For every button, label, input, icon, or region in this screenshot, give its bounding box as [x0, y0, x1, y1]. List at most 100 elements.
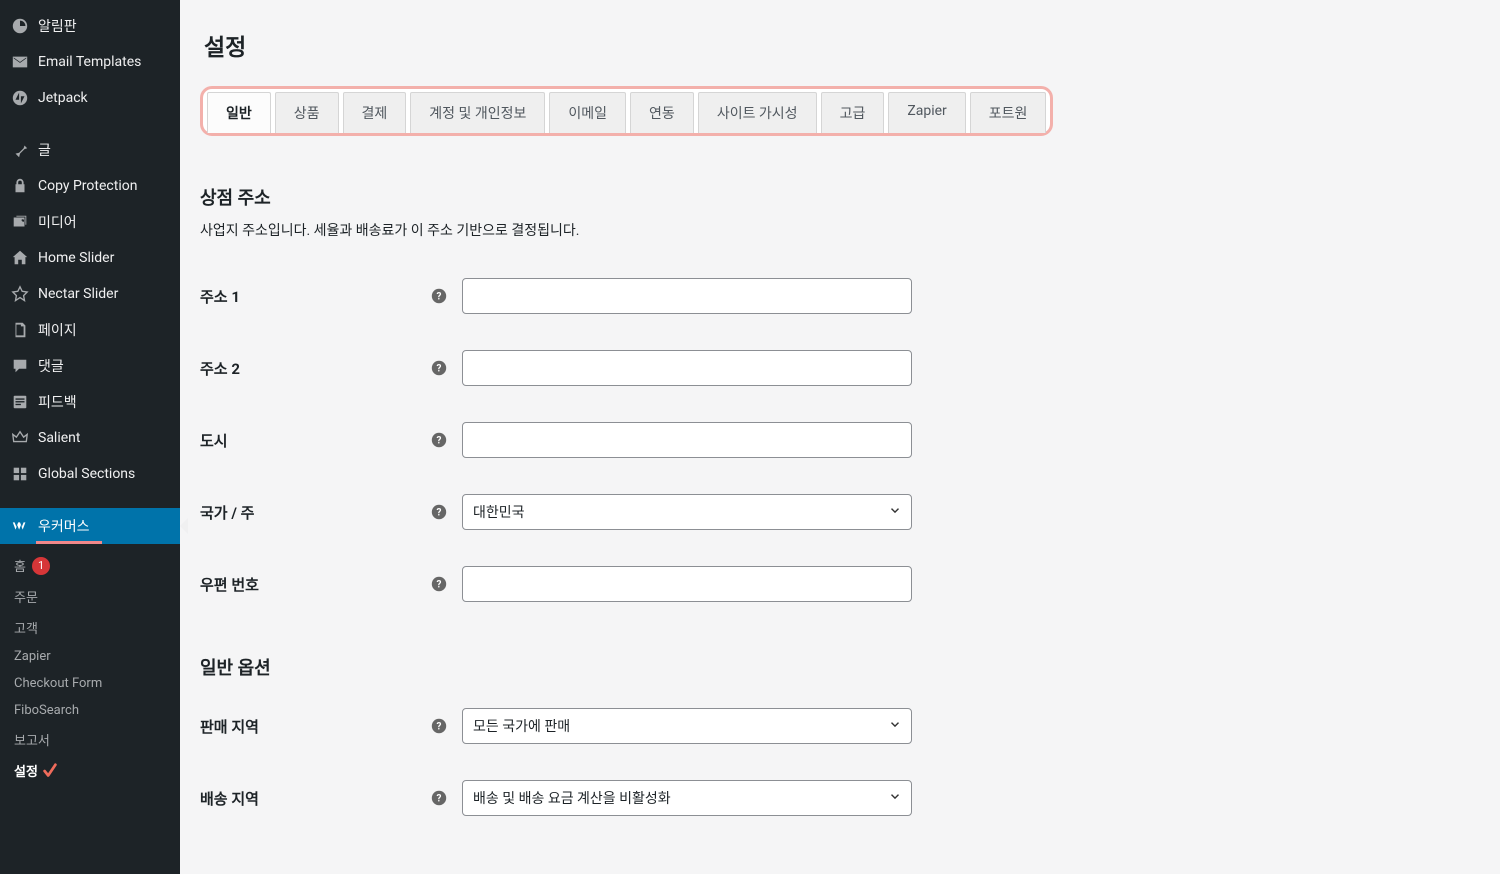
sidebar-item-home-slider[interactable]: Home Slider: [0, 240, 180, 276]
submenu-item-checkout-form[interactable]: Checkout Form: [0, 670, 180, 697]
help-icon[interactable]: ?: [430, 717, 448, 735]
help-icon[interactable]: ?: [430, 359, 448, 377]
select-country[interactable]: 대한민국: [462, 494, 912, 530]
sidebar-item-label: 글: [38, 140, 170, 160]
sidebar-item-copy-protection[interactable]: Copy Protection: [0, 168, 180, 204]
settings-content: 설정 일반 상품 결제 계정 및 개인정보 이메일 연동 사이트 가시성 고급 …: [180, 0, 1500, 874]
sidebar-item-email-templates[interactable]: Email Templates: [0, 44, 180, 80]
sidebar-item-posts[interactable]: 글: [0, 132, 180, 168]
label-selling-location: 판매 지역: [200, 716, 430, 737]
sidebar-item-feedback[interactable]: 피드백: [0, 384, 180, 420]
sidebar-item-label: 페이지: [38, 320, 170, 340]
sidebar-item-woocommerce[interactable]: 우커머스: [0, 508, 180, 544]
sidebar-item-dashboard[interactable]: 알림판: [0, 8, 180, 44]
sidebar-item-jetpack[interactable]: Jetpack: [0, 80, 180, 116]
submenu-item-label: 보고서: [14, 730, 50, 749]
sidebar-item-label: 미디어: [38, 212, 170, 232]
label-shipping-location: 배송 지역: [200, 788, 430, 809]
comment-icon: [10, 356, 30, 376]
row-selling-location: 판매 지역 ? 모든 국가에 판매: [200, 690, 1480, 762]
notification-badge: 1: [32, 557, 50, 575]
svg-text:?: ?: [437, 794, 442, 805]
submenu-item-home[interactable]: 홈 1: [0, 550, 180, 581]
help-icon[interactable]: ?: [430, 789, 448, 807]
tab-portone[interactable]: 포트원: [970, 92, 1047, 133]
row-country: 국가 / 주 ? 대한민국: [200, 476, 1480, 548]
input-address2[interactable]: [462, 350, 912, 386]
submenu-item-label: 고객: [14, 618, 38, 637]
row-postcode: 우편 번호 ?: [200, 548, 1480, 620]
home-icon: [10, 248, 30, 268]
media-icon: [10, 212, 30, 232]
label-city: 도시: [200, 430, 430, 451]
dashboard-icon: [10, 16, 30, 36]
tab-general[interactable]: 일반: [207, 92, 271, 133]
sidebar-item-label: 댓글: [38, 356, 170, 376]
svg-text:?: ?: [437, 436, 442, 447]
help-icon[interactable]: ?: [430, 503, 448, 521]
input-city[interactable]: [462, 422, 912, 458]
tab-payments[interactable]: 결제: [343, 92, 407, 133]
input-postcode[interactable]: [462, 566, 912, 602]
submenu-item-label: Zapier: [14, 649, 51, 664]
help-icon[interactable]: ?: [430, 287, 448, 305]
row-address2: 주소 2 ?: [200, 332, 1480, 404]
page-icon: [10, 320, 30, 340]
row-address1: 주소 1 ?: [200, 260, 1480, 332]
lock-icon: [10, 176, 30, 196]
submenu-item-zapier[interactable]: Zapier: [0, 643, 180, 670]
tab-zapier[interactable]: Zapier: [888, 92, 965, 133]
sidebar-item-comments[interactable]: 댓글: [0, 348, 180, 384]
input-address1[interactable]: [462, 278, 912, 314]
submenu-item-label: 홈: [14, 556, 26, 575]
svg-text:?: ?: [437, 580, 442, 591]
section-title-general-options: 일반 옵션: [200, 654, 1480, 680]
submenu-item-fibosearch[interactable]: FiboSearch: [0, 697, 180, 724]
jetpack-icon: [10, 88, 30, 108]
tab-integration[interactable]: 연동: [630, 92, 694, 133]
tab-products[interactable]: 상품: [275, 92, 339, 133]
submenu-item-customers[interactable]: 고객: [0, 612, 180, 643]
row-shipping-location: 배송 지역 ? 배송 및 배송 요금 계산을 비활성화: [200, 762, 1480, 834]
tab-accounts-privacy[interactable]: 계정 및 개인정보: [410, 92, 545, 133]
submenu-item-label: 주문: [14, 587, 38, 606]
help-icon[interactable]: ?: [430, 431, 448, 449]
pin-icon: [10, 140, 30, 160]
label-postcode: 우편 번호: [200, 574, 430, 595]
svg-text:?: ?: [437, 722, 442, 733]
admin-sidebar: 알림판 Email Templates Jetpack 글 Copy: [0, 0, 180, 874]
select-shipping-location[interactable]: 배송 및 배송 요금 계산을 비활성화: [462, 780, 912, 816]
svg-text:?: ?: [437, 508, 442, 519]
label-address1: 주소 1: [200, 286, 430, 307]
sidebar-item-label: Email Templates: [38, 54, 170, 70]
submenu-item-reports[interactable]: 보고서: [0, 724, 180, 755]
section-desc-store-address: 사업지 주소입니다. 세율과 배송료가 이 주소 기반으로 결정됩니다.: [200, 220, 1480, 240]
submenu-item-label: Checkout Form: [14, 676, 102, 691]
woocommerce-submenu: 홈 1 주문 고객 Zapier Checkout Form FiboSearc…: [0, 544, 180, 796]
sidebar-item-global-sections[interactable]: Global Sections: [0, 456, 180, 492]
sidebar-item-label: 피드백: [38, 392, 170, 412]
svg-text:?: ?: [437, 364, 442, 375]
tab-emails[interactable]: 이메일: [549, 92, 626, 133]
sidebar-item-nectar-slider[interactable]: Nectar Slider: [0, 276, 180, 312]
sidebar-item-media[interactable]: 미디어: [0, 204, 180, 240]
submenu-item-settings[interactable]: 설정: [0, 755, 180, 786]
svg-text:?: ?: [437, 292, 442, 303]
submenu-item-orders[interactable]: 주문: [0, 581, 180, 612]
crown-icon: [10, 428, 30, 448]
sidebar-item-label: Copy Protection: [38, 178, 170, 194]
sidebar-item-label: 우커머스: [38, 516, 170, 536]
select-selling-location[interactable]: 모든 국가에 판매: [462, 708, 912, 744]
sidebar-item-label: Salient: [38, 430, 170, 446]
sidebar-item-pages[interactable]: 페이지: [0, 312, 180, 348]
star-icon: [10, 284, 30, 304]
page-title: 설정: [204, 28, 1480, 62]
sidebar-item-salient[interactable]: Salient: [0, 420, 180, 456]
help-icon[interactable]: ?: [430, 575, 448, 593]
tab-site-visibility[interactable]: 사이트 가시성: [698, 92, 817, 133]
email-icon: [10, 52, 30, 72]
label-country: 국가 / 주: [200, 502, 430, 523]
sidebar-item-label: Jetpack: [38, 90, 170, 106]
submenu-item-label: 설정: [14, 761, 38, 780]
tab-advanced[interactable]: 고급: [821, 92, 885, 133]
